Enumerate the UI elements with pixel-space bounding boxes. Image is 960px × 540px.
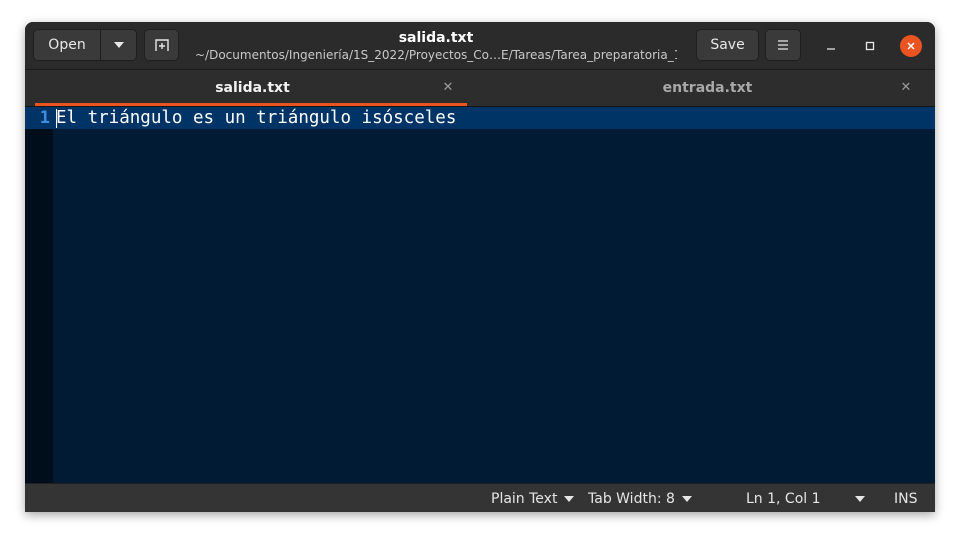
dropdown-arrow-icon [113,42,124,48]
open-button-group: Open [33,29,137,61]
tab-close-icon[interactable]: ✕ [440,80,456,96]
line-number-gutter [25,107,53,483]
language-selector[interactable]: Plain Text [491,484,575,512]
line-number: 1 [25,107,53,129]
tab-label: entrada.txt [662,80,753,96]
close-window-button[interactable] [900,35,922,57]
maximize-button[interactable] [859,35,881,57]
cursor-position[interactable]: Ln 1, Col 1 [746,484,821,512]
dropdown-arrow-icon [681,495,692,502]
main-menu-button[interactable] [765,29,801,61]
go-to-line-dropdown[interactable] [855,484,865,512]
language-label: Plain Text [491,490,558,507]
minimize-button[interactable] [820,35,842,57]
text-line[interactable]: El triángulo es un triángulo isósceles [56,107,456,129]
cursor-position-label: Ln 1, Col 1 [746,490,821,507]
headerbar: Open salida.txt ~/Documentos/Ingeniería/… [25,22,935,70]
tab-width-label: Tab Width: 8 [588,490,675,507]
save-button[interactable]: Save [696,29,759,61]
text-cursor [56,109,57,128]
tab-width-selector[interactable]: Tab Width: 8 [588,484,692,512]
maximize-icon [865,41,875,51]
new-tab-button[interactable] [144,29,179,61]
status-bar: Plain Text Tab Width: 8 Ln 1, Col 1 INS [25,483,935,512]
minimize-icon [827,48,835,50]
open-recent-dropdown[interactable] [100,29,137,61]
insert-mode-indicator[interactable]: INS [894,484,918,512]
tab-bar: salida.txt ✕ entrada.txt ✕ [25,70,935,107]
dropdown-arrow-icon [855,495,865,502]
window-title: salida.txt [398,30,474,46]
open-button[interactable]: Open [33,29,101,61]
title-block: salida.txt ~/Documentos/Ingeniería/1S_20… [195,29,677,63]
hamburger-menu-icon [778,40,788,50]
tab-salida[interactable]: salida.txt ✕ [25,70,480,106]
close-icon [907,42,915,50]
tab-label: salida.txt [215,80,290,96]
insert-mode-label: INS [894,490,918,507]
tab-close-icon[interactable]: ✕ [898,80,914,96]
active-tab-indicator [35,103,467,106]
gedit-window: Open salida.txt ~/Documentos/Ingeniería/… [25,22,935,512]
tab-entrada[interactable]: entrada.txt ✕ [480,70,935,106]
dropdown-arrow-icon [564,495,575,502]
new-tab-icon [154,39,169,51]
file-path: ~/Documentos/Ingeniería/1S_2022/Proyecto… [195,48,677,62]
